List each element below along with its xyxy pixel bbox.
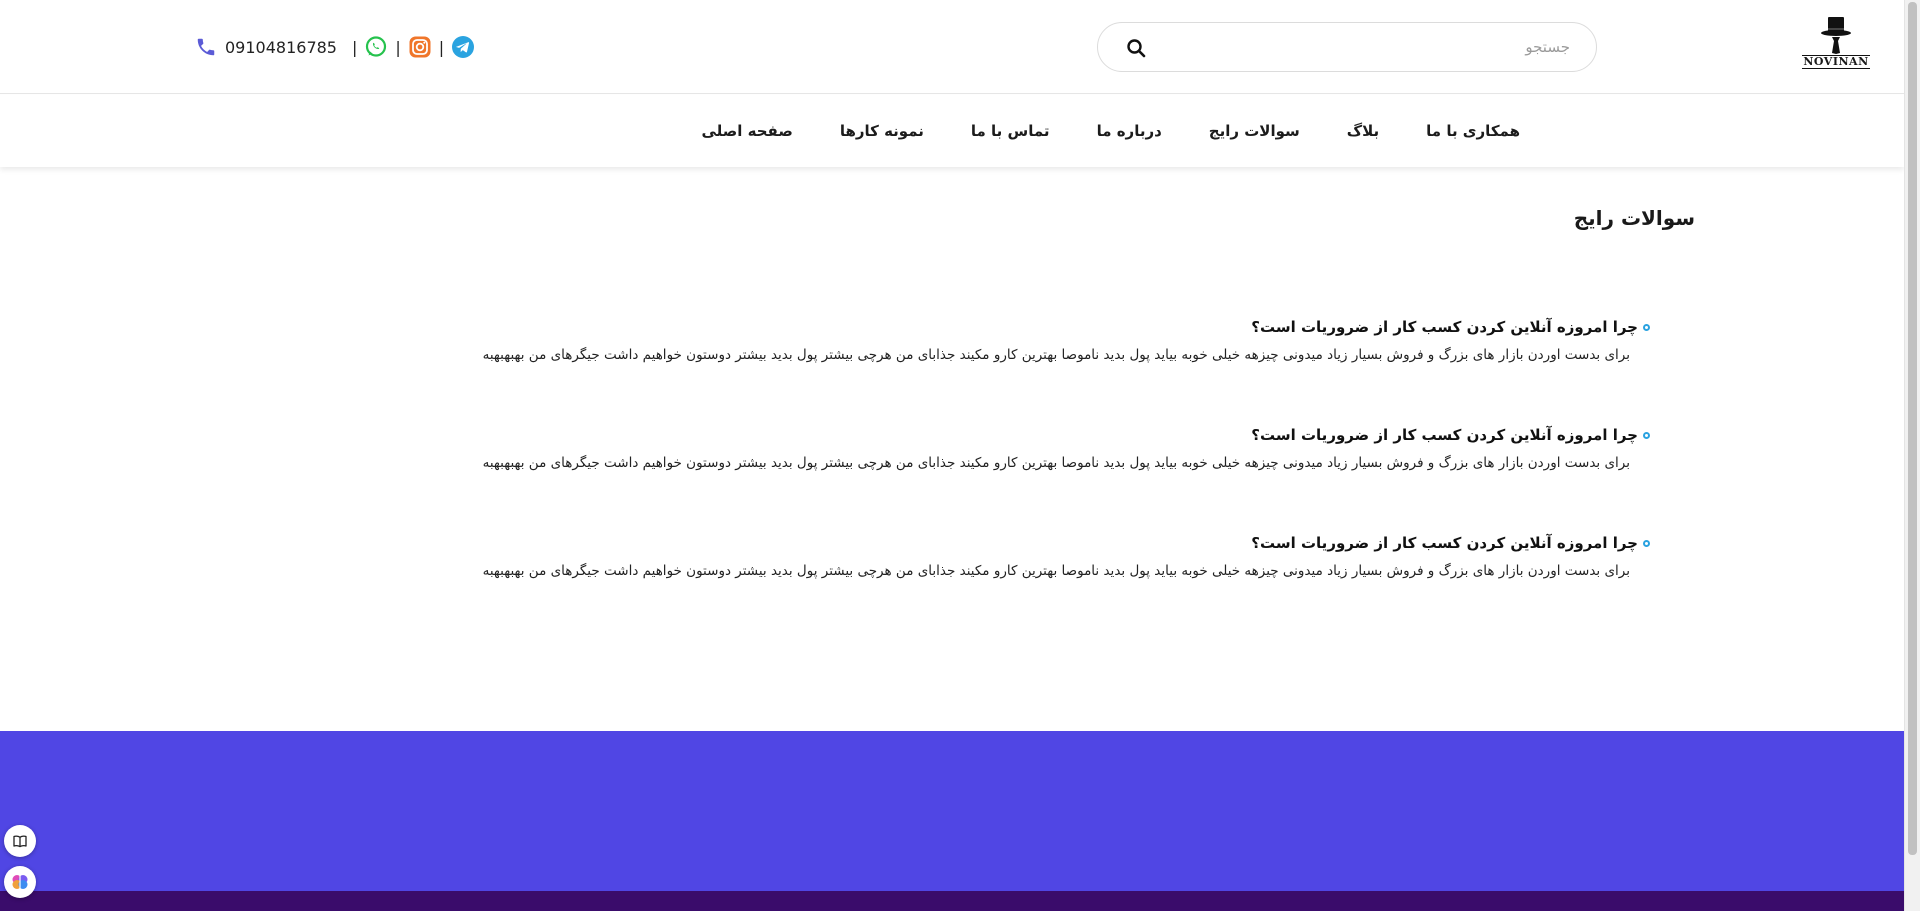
faq-question[interactable]: چرا امروزه آنلاین کردن کسب کار از ضروریا… (490, 532, 1650, 554)
nav-item-portfolio[interactable]: نمونه کارها (840, 122, 924, 140)
nav-item-blog[interactable]: بلاگ (1347, 122, 1379, 140)
logo[interactable]: NOVINAN (1801, 16, 1871, 72)
contact-bar: 09104816785 | | | (195, 33, 475, 61)
faq-item: چرا امروزه آنلاین کردن کسب کار از ضروریا… (482, 424, 1650, 532)
top-header: NOVINAN 09104816785 | (0, 0, 1904, 94)
nav-item-about[interactable]: درباره ما (1097, 122, 1162, 140)
faq-question-text: چرا امروزه آنلاین کردن کسب کار از ضروریا… (1251, 534, 1638, 552)
logo-text: NOVINAN (1802, 55, 1870, 69)
faq-list: چرا امروزه آنلاین کردن کسب کار از ضروریا… (482, 316, 1650, 640)
bullet-icon (1643, 323, 1650, 331)
search-input[interactable] (1172, 34, 1572, 60)
separator: | (438, 37, 445, 57)
vertical-scrollbar[interactable] (1904, 0, 1920, 911)
phone-icon (197, 38, 215, 56)
faq-item: چرا امروزه آنلاین کردن کسب کار از ضروریا… (482, 532, 1650, 640)
nav-item-faq[interactable]: سوالات رایج (1209, 122, 1300, 140)
whatsapp-link[interactable] (364, 35, 388, 59)
faq-question-text: چرا امروزه آنلاین کردن کسب کار از ضروریا… (1251, 426, 1638, 444)
faq-item: چرا امروزه آنلاین کردن کسب کار از ضروریا… (482, 316, 1650, 424)
separator: | (395, 37, 401, 57)
instagram-icon (409, 36, 431, 58)
book-icon (13, 835, 27, 848)
bullet-icon (1643, 431, 1650, 439)
phone-number[interactable]: 09104816785 (225, 38, 337, 57)
faq-question-text: چرا امروزه آنلاین کردن کسب کار از ضروریا… (1251, 318, 1638, 336)
main-navbar: صفحه اصلی نمونه کارها تماس با ما درباره … (0, 95, 1904, 167)
whatsapp-icon (366, 36, 387, 57)
faq-answer: برای بدست اوردن بازار های بزرگ و فروش بس… (482, 563, 1630, 579)
footer-bottom-bar (0, 891, 1904, 911)
footer (0, 731, 1904, 891)
reader-widget-button[interactable] (4, 825, 36, 857)
telegram-link[interactable] (451, 35, 475, 59)
faq-question[interactable]: چرا امروزه آنلاین کردن کسب کار از ضروریا… (490, 424, 1650, 446)
telegram-icon (452, 36, 475, 58)
top-hat-icon (1821, 17, 1851, 54)
ai-widget-button[interactable] (4, 866, 36, 898)
faq-question[interactable]: چرا امروزه آنلاین کردن کسب کار از ضروریا… (490, 316, 1650, 338)
brain-icon (12, 875, 28, 889)
instagram-link[interactable] (408, 35, 432, 59)
nav-item-contact[interactable]: تماس با ما (971, 122, 1050, 140)
nav-menu: صفحه اصلی نمونه کارها تماس با ما درباره … (701, 95, 1520, 167)
nav-item-home[interactable]: صفحه اصلی (701, 122, 792, 140)
faq-answer: برای بدست اوردن بازار های بزرگ و فروش بس… (482, 347, 1630, 363)
search-button[interactable] (1124, 36, 1148, 60)
search-icon (1127, 39, 1146, 58)
nav-item-cooperation[interactable]: همکاری با ما (1426, 122, 1520, 140)
page-title: سوالات رایج (1573, 206, 1695, 230)
faq-answer: برای بدست اوردن بازار های بزرگ و فروش بس… (482, 455, 1630, 471)
bullet-icon (1643, 539, 1650, 547)
scrollbar-thumb[interactable] (1908, 2, 1917, 855)
page: NOVINAN 09104816785 | (0, 0, 1920, 911)
search-box (1097, 22, 1597, 72)
separator: | (351, 37, 358, 57)
